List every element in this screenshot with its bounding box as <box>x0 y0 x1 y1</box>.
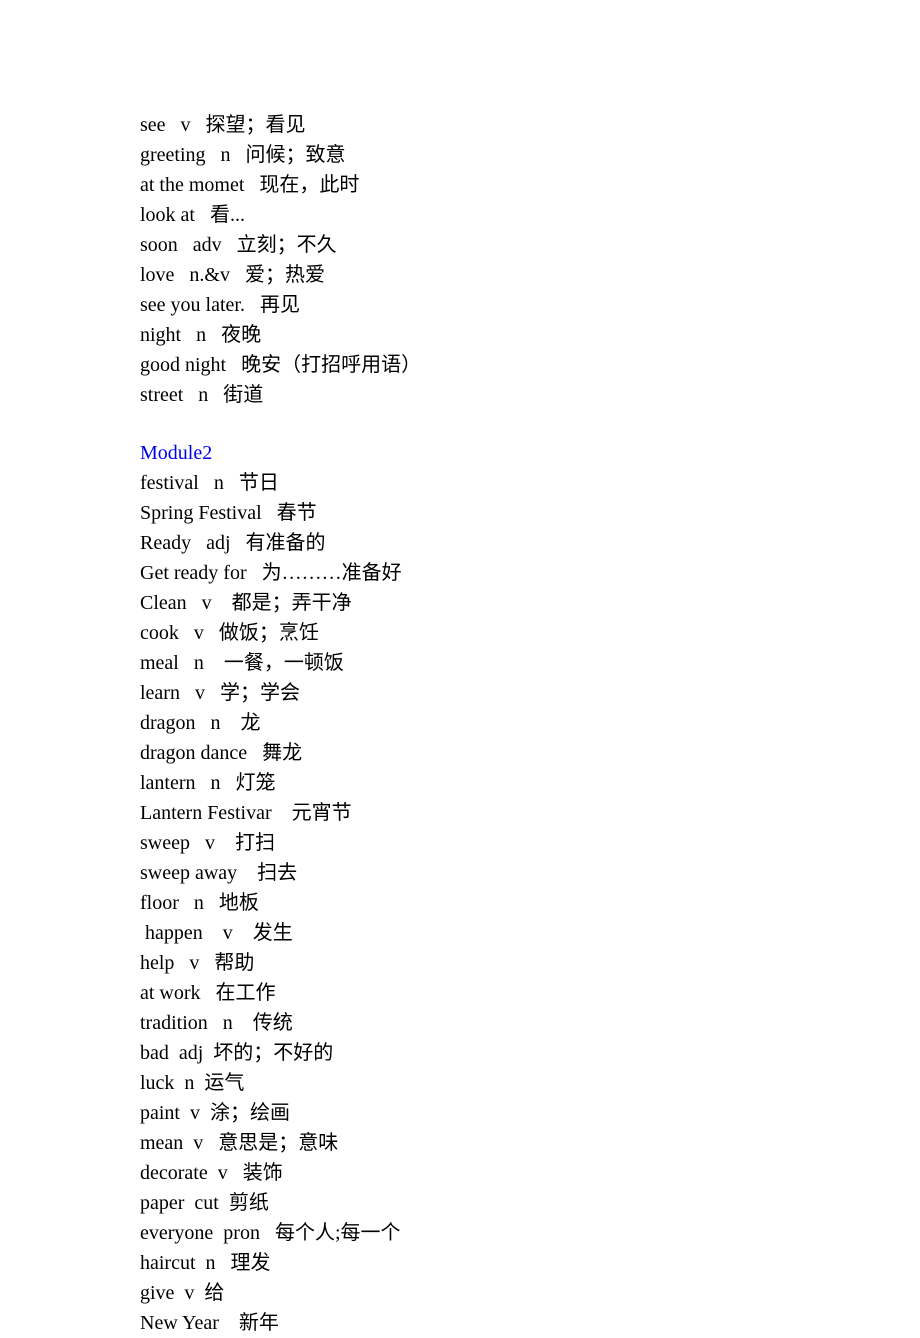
vocab-entry: see v 探望；看见 <box>140 110 920 140</box>
vocab-entry: sweep away 扫去 <box>140 858 920 888</box>
vocab-entry: soon adv 立刻；不久 <box>140 230 920 260</box>
vocab-entry: mean v 意思是；意味 <box>140 1128 920 1158</box>
vocab-entry: night n 夜晚 <box>140 320 920 350</box>
vocab-entry: dragon n 龙 <box>140 708 920 738</box>
vocab-entry: love n.&v 爱；热爱 <box>140 260 920 290</box>
vocab-entry: luck n 运气 <box>140 1068 920 1098</box>
vocab-entry: meal n 一餐，一顿饭 <box>140 648 920 678</box>
vocab-entry: cook v 做饭；烹饪 <box>140 618 920 648</box>
vocab-entry: at work 在工作 <box>140 978 920 1008</box>
vocab-entry: Ready adj 有准备的 <box>140 528 920 558</box>
vocab-entry: sweep v 打扫 <box>140 828 920 858</box>
vocab-entry: give v 给 <box>140 1278 920 1308</box>
vocab-entry: New Year 新年 <box>140 1308 920 1338</box>
vocab-entry: lantern n 灯笼 <box>140 768 920 798</box>
vocab-entry: Lantern Festivar 元宵节 <box>140 798 920 828</box>
vocab-entry: floor n 地板 <box>140 888 920 918</box>
vocab-entry: help v 帮助 <box>140 948 920 978</box>
vocab-entry: happen v 发生 <box>140 918 920 948</box>
vocab-block-2: festival n 节日Spring Festival 春节Ready adj… <box>140 468 920 1338</box>
vocab-entry: Spring Festival 春节 <box>140 498 920 528</box>
module2-heading: Module2 <box>140 438 920 468</box>
vocab-entry: greeting n 问候；致意 <box>140 140 920 170</box>
vocab-entry: dragon dance 舞龙 <box>140 738 920 768</box>
vocab-entry: decorate v 装饰 <box>140 1158 920 1188</box>
vocab-entry: see you later. 再见 <box>140 290 920 320</box>
vocab-entry: haircut n 理发 <box>140 1248 920 1278</box>
vocab-entry: learn v 学；学会 <box>140 678 920 708</box>
vocab-entry: good night 晚安（打招呼用语） <box>140 350 920 380</box>
vocab-entry: everyone pron 每个人;每一个 <box>140 1218 920 1248</box>
vocab-block-1: see v 探望；看见greeting n 问候；致意at the momet … <box>140 110 920 410</box>
vocab-entry: tradition n 传统 <box>140 1008 920 1038</box>
vocab-entry: street n 街道 <box>140 380 920 410</box>
document-page: see v 探望；看见greeting n 问候；致意at the momet … <box>0 0 920 1338</box>
vocab-entry: bad adj 坏的；不好的 <box>140 1038 920 1068</box>
vocab-entry: paper cut 剪纸 <box>140 1188 920 1218</box>
vocab-entry: Get ready for 为………准备好 <box>140 558 920 588</box>
vocab-entry: at the momet 现在，此时 <box>140 170 920 200</box>
vocab-entry: festival n 节日 <box>140 468 920 498</box>
vocab-entry: Clean v 都是；弄干净 <box>140 588 920 618</box>
vocab-entry: paint v 涂；绘画 <box>140 1098 920 1128</box>
vocab-entry: look at 看... <box>140 200 920 230</box>
